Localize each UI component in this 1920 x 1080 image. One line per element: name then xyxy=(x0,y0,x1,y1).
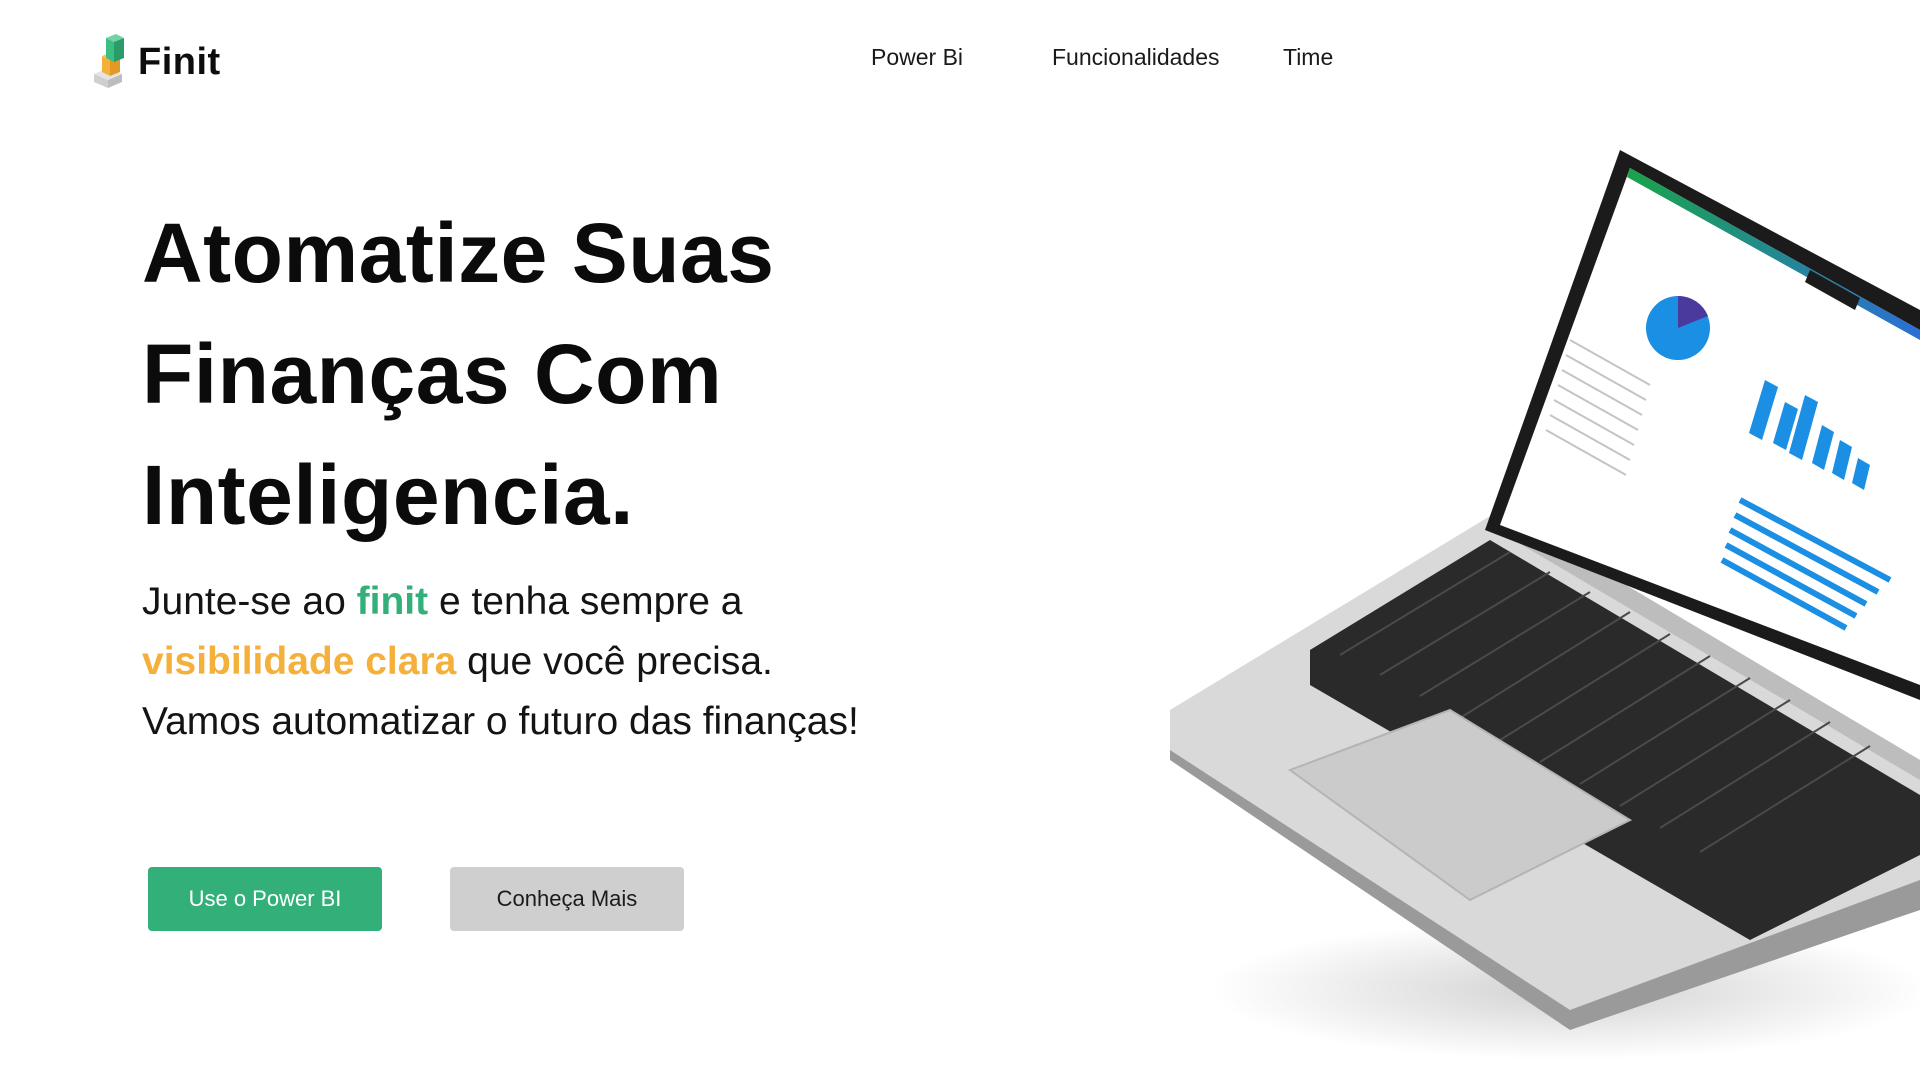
subtitle-highlight: visibilidade clara xyxy=(142,640,457,683)
brand-logo[interactable]: Finit xyxy=(92,34,221,90)
hero-headline: Atomatize Suas Finanças Com Inteligencia… xyxy=(142,193,902,556)
subtitle-text-3: que você precisa. xyxy=(456,640,773,683)
learn-more-button[interactable]: Conheça Mais xyxy=(450,867,684,931)
subtitle-text-2: e tenha sempre a xyxy=(428,580,743,623)
laptop-dashboard-illustration xyxy=(1170,150,1920,1060)
subtitle-text-1: Junte-se ao xyxy=(142,580,357,623)
stacked-blocks-logo-icon xyxy=(94,34,124,88)
subtitle-brand-word: finit xyxy=(356,580,429,623)
headline-line-1: Atomatize Suas xyxy=(142,206,775,300)
brand-name: Finit xyxy=(138,40,221,83)
headline-line-3: Inteligencia. xyxy=(142,448,634,542)
use-power-bi-button[interactable]: Use o Power BI xyxy=(148,867,382,931)
hero-subtitle: Junte-se ao finit e tenha sempre a visibi… xyxy=(142,572,1042,752)
subtitle-text-4: Vamos automatizar o futuro das finanças! xyxy=(142,700,859,743)
nav-link-time[interactable]: Time xyxy=(1283,44,1333,71)
nav-link-funcionalidades[interactable]: Funcionalidades xyxy=(1052,44,1220,71)
headline-line-2: Finanças Com xyxy=(142,327,723,421)
nav-link-power-bi[interactable]: Power Bi xyxy=(871,44,963,71)
